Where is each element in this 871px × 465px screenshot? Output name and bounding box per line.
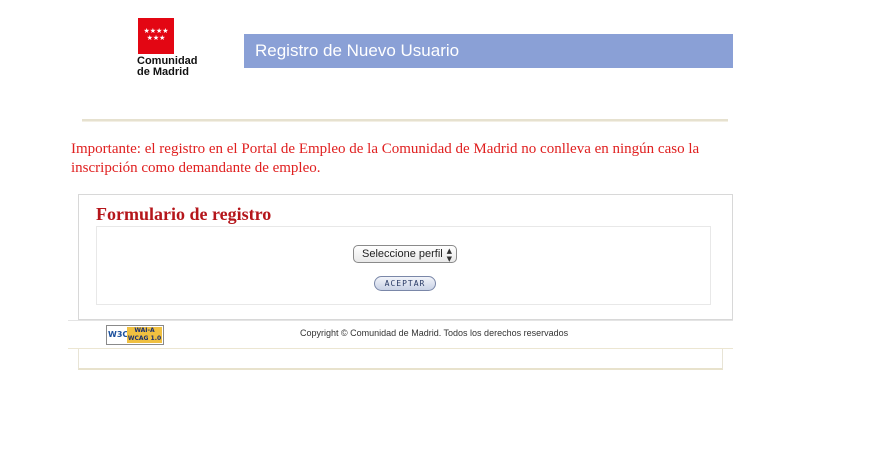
accept-button[interactable]: ACEPTAR [374,276,436,291]
footer-divider [68,320,733,321]
page-title-bar: Registro de Nuevo Usuario [244,34,733,68]
madrid-flag-stars-icon: ★★★★ ★★★ [138,18,174,54]
page-title: Registro de Nuevo Usuario [255,41,460,60]
logo-text: Comunidad de Madrid [137,56,207,78]
registration-form-panel: Formulario de registro Seleccione perfil… [78,194,733,320]
bottom-panel [78,349,723,370]
logo-line-2: de Madrid [137,66,189,78]
comunidad-madrid-logo[interactable]: ★★★★ ★★★ Comunidad de Madrid [137,18,207,80]
header-divider [82,119,728,121]
profile-select-value: Seleccione perfil [362,248,443,260]
wcag-version: WCAG 1.0 [127,335,162,342]
profile-select[interactable]: Seleccione perfil ▲ ▼ [353,245,457,263]
wai-a-label: WAI-A WCAG 1.0 [127,327,162,343]
stars-icon: ★★★★ ★★★ [143,27,169,42]
form-body: Seleccione perfil ▲ ▼ ACEPTAR [96,226,711,305]
w3c-logo-icon: W3C [108,330,129,339]
wai-level: WAI-A [134,327,155,334]
form-title: Formulario de registro [96,204,272,224]
w3c-wai-a-badge[interactable]: W3C WAI-A WCAG 1.0 [106,325,164,345]
select-arrows-icon: ▲ ▼ [446,247,452,263]
important-notice: Importante: el registro en el Portal de … [71,141,700,176]
copyright-text: Copyright © Comunidad de Madrid. Todos l… [300,328,569,338]
